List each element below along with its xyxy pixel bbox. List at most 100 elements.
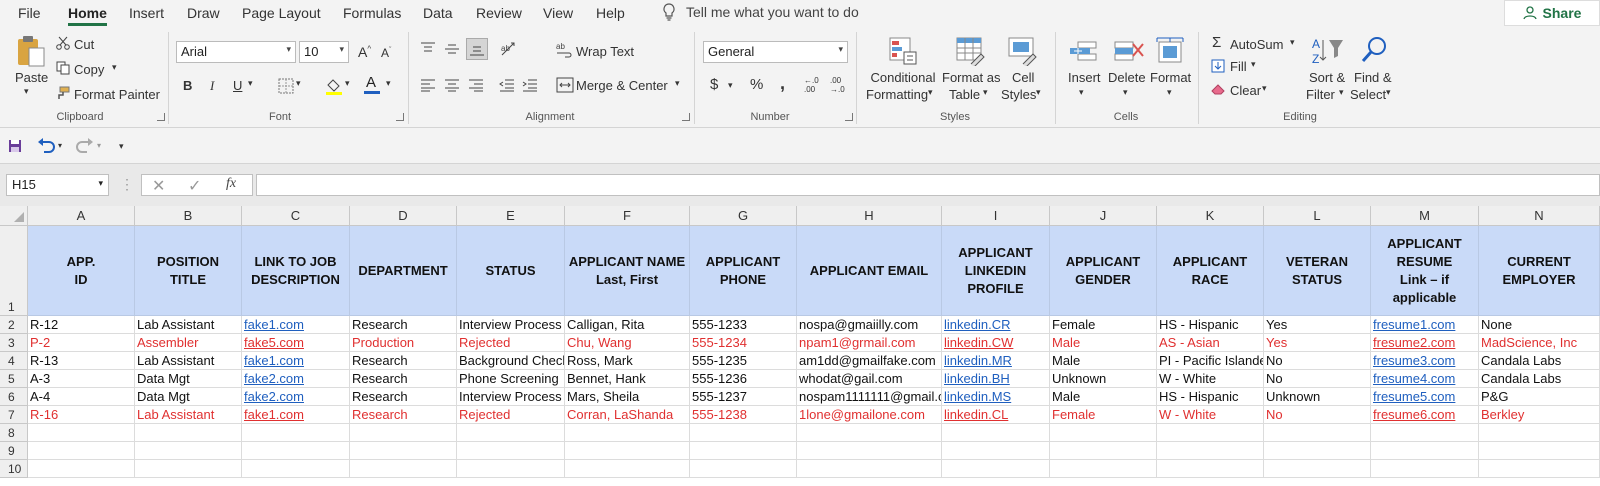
cell-g7[interactable]: 555-1238	[690, 406, 797, 424]
cell-e9[interactable]	[457, 442, 565, 460]
cell-d6[interactable]: Research	[350, 388, 457, 406]
cell-i10[interactable]	[942, 460, 1050, 478]
cell-g10[interactable]	[690, 460, 797, 478]
cell-n6[interactable]: P&G	[1479, 388, 1600, 406]
cell-c3[interactable]: fake5.com	[242, 334, 350, 352]
font-size-combo[interactable]: 10 ▾	[299, 41, 349, 63]
cell-h5[interactable]: whodat@gail.com	[797, 370, 942, 388]
column-header-a[interactable]: A	[28, 206, 135, 226]
row-header-9[interactable]: 9	[0, 442, 28, 460]
cell-k10[interactable]	[1157, 460, 1264, 478]
cell-h2[interactable]: nospa@gmaiilly.com	[797, 316, 942, 334]
conditional-formatting-button[interactable]: Conditional	[870, 70, 936, 85]
insert-button[interactable]: Insert	[1068, 70, 1101, 85]
font-launcher-icon[interactable]	[396, 113, 404, 121]
alignment-launcher-icon[interactable]	[682, 113, 690, 121]
chevron-down-icon[interactable]: ▾	[97, 141, 101, 150]
cell-n7[interactable]: Berkley	[1479, 406, 1600, 424]
sort-filter-button[interactable]: Sort &	[1309, 70, 1345, 85]
header-cell-m[interactable]: APPLICANT RESUME Link – if applicable	[1371, 226, 1479, 316]
decrease-indent-icon[interactable]	[499, 78, 515, 92]
cell-b9[interactable]	[135, 442, 242, 460]
chevron-down-icon[interactable]: ▾	[1251, 59, 1256, 70]
chevron-down-icon[interactable]: ▾	[1036, 87, 1041, 98]
cell-j5[interactable]: Unknown	[1050, 370, 1157, 388]
tab-formulas[interactable]: Formulas	[343, 5, 401, 21]
cell-f8[interactable]	[565, 424, 690, 442]
merge-center-button[interactable]: Merge & Center	[576, 78, 668, 93]
cell-a3[interactable]: P-2	[28, 334, 135, 352]
cell-e4[interactable]: Background Check	[457, 352, 565, 370]
row-header-6[interactable]: 6	[0, 388, 28, 406]
cell-k2[interactable]: HS - Hispanic	[1157, 316, 1264, 334]
cell-e6[interactable]: Interview Process	[457, 388, 565, 406]
cell-h6[interactable]: nospam1111111@gmail.com	[797, 388, 942, 406]
column-header-i[interactable]: I	[942, 206, 1050, 226]
cell-f7[interactable]: Corran, LaShanda	[565, 406, 690, 424]
formula-input[interactable]	[256, 174, 1600, 196]
row-header-5[interactable]: 5	[0, 370, 28, 388]
cell-g2[interactable]: 555-1233	[690, 316, 797, 334]
chevron-down-icon[interactable]: ▾	[983, 87, 988, 98]
chevron-down-icon[interactable]: ▾	[58, 141, 62, 150]
cell-a10[interactable]	[28, 460, 135, 478]
cell-j6[interactable]: Male	[1050, 388, 1157, 406]
insert-function-icon[interactable]: fx	[226, 176, 236, 192]
fill-color-icon[interactable]	[325, 77, 343, 95]
row-header-10[interactable]: 10	[0, 460, 28, 478]
cell-a6[interactable]: A-4	[28, 388, 135, 406]
header-cell-h[interactable]: APPLICANT EMAIL	[797, 226, 942, 316]
find-select-button[interactable]: Find &	[1354, 70, 1392, 85]
cell-i5[interactable]: linkedin.BH	[942, 370, 1050, 388]
font-name-combo[interactable]: Arial ▾	[176, 41, 296, 63]
cell-e2[interactable]: Interview Process	[457, 316, 565, 334]
cell-l3[interactable]: Yes	[1264, 334, 1371, 352]
cell-l5[interactable]: No	[1264, 370, 1371, 388]
cell-c4[interactable]: fake1.com	[242, 352, 350, 370]
drag-handle-icon[interactable]: ⋮	[120, 176, 134, 193]
column-header-n[interactable]: N	[1479, 206, 1600, 226]
grow-font-button[interactable]: A^	[358, 44, 371, 60]
cell-m7[interactable]: fresume6.com	[1371, 406, 1479, 424]
cell-g9[interactable]	[690, 442, 797, 460]
cell-d2[interactable]: Research	[350, 316, 457, 334]
cell-a7[interactable]: R-16	[28, 406, 135, 424]
cut-button[interactable]: Cut	[74, 37, 94, 52]
borders-icon[interactable]	[278, 78, 294, 94]
cell-j7[interactable]: Female	[1050, 406, 1157, 424]
comma-button[interactable]: ,	[780, 73, 785, 94]
tab-view[interactable]: View	[543, 5, 573, 21]
cell-i3[interactable]: linkedin.CW	[942, 334, 1050, 352]
header-cell-n[interactable]: CURRENT EMPLOYER	[1479, 226, 1600, 316]
top-align-icon[interactable]	[420, 42, 436, 56]
cell-m10[interactable]	[1371, 460, 1479, 478]
tell-me-search[interactable]: Tell me what you want to do	[662, 3, 859, 21]
column-header-h[interactable]: H	[797, 206, 942, 226]
cell-styles-button[interactable]: Cell	[1012, 70, 1034, 85]
tab-file[interactable]: File	[18, 5, 41, 21]
cell-i6[interactable]: linkedin.MS	[942, 388, 1050, 406]
decrease-decimal-button[interactable]: .00 →.0	[830, 76, 845, 94]
number-launcher-icon[interactable]	[845, 113, 853, 121]
cell-l6[interactable]: Unknown	[1264, 388, 1371, 406]
cell-f4[interactable]: Ross, Mark	[565, 352, 690, 370]
cell-l8[interactable]	[1264, 424, 1371, 442]
cell-d10[interactable]	[350, 460, 457, 478]
copy-button[interactable]: Copy	[74, 62, 104, 77]
align-left-icon[interactable]	[420, 78, 436, 92]
header-cell-a[interactable]: APP. ID	[28, 226, 135, 316]
customize-qat-icon[interactable]: ▾	[119, 141, 124, 152]
middle-align-icon[interactable]	[444, 42, 460, 56]
redo-icon[interactable]	[76, 138, 94, 154]
font-color-icon[interactable]: A	[363, 74, 381, 96]
cell-l2[interactable]: Yes	[1264, 316, 1371, 334]
cell-j3[interactable]: Male	[1050, 334, 1157, 352]
cell-j2[interactable]: Female	[1050, 316, 1157, 334]
cell-f6[interactable]: Mars, Sheila	[565, 388, 690, 406]
chevron-down-icon[interactable]: ▾	[1339, 87, 1344, 98]
header-cell-k[interactable]: APPLICANT RACE	[1157, 226, 1264, 316]
cell-h8[interactable]	[797, 424, 942, 442]
column-header-c[interactable]: C	[242, 206, 350, 226]
cell-c2[interactable]: fake1.com	[242, 316, 350, 334]
header-cell-c[interactable]: LINK TO JOB DESCRIPTION	[242, 226, 350, 316]
